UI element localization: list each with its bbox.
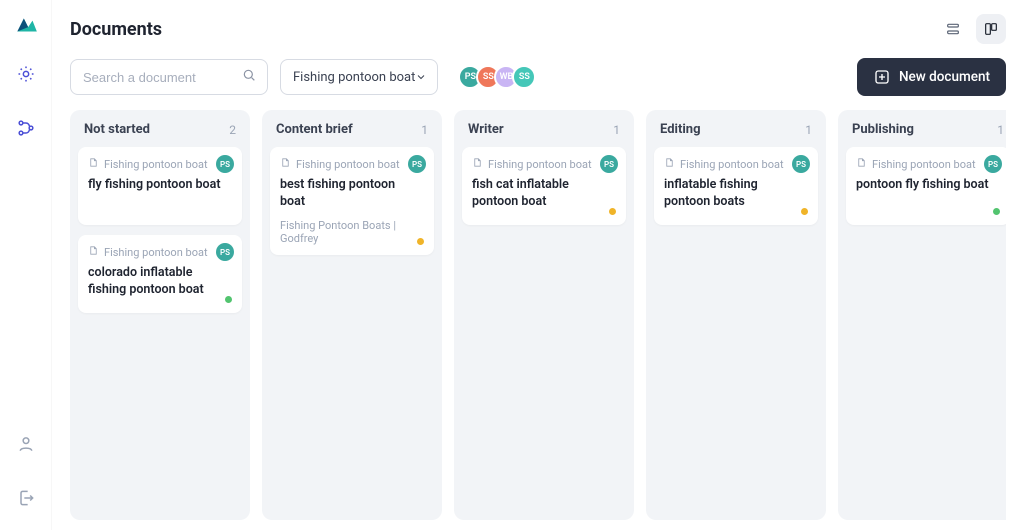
user-avatar[interactable]: SS [512,65,536,89]
chevron-down-icon [415,71,427,83]
toolbar: Fishing pontoon boat PSSSWBSS New docume… [70,58,1006,96]
card-status-dot [609,208,616,215]
card-title: best fishing pontoon boat [280,177,424,211]
document-card[interactable]: Fishing pontoon boatPS pontoon fly fishin… [846,147,1006,225]
column-title: Writer [468,122,504,137]
document-card[interactable]: Fishing pontoon boatPS fish cat inflatabl… [462,147,626,225]
board-column: Writer 1 Fishing pontoon boatPS fish cat in… [454,110,634,520]
card-assignee-avatar: PS [600,155,618,173]
card-status-dot [417,238,424,245]
board-column: Editing 1 Fishing pontoon boatPS inflatable… [646,110,826,520]
document-icon [472,157,483,171]
board-column: Content brief 1 Fishing pontoon boatPS best… [262,110,442,520]
nav-profile-icon[interactable] [8,426,44,462]
card-title: colorado inflatable fishing pontoon boat [88,265,232,299]
view-board-button[interactable] [976,14,1006,44]
card-status-dot [225,296,232,303]
card-assignee-avatar: PS [216,243,234,261]
card-title: fly fishing pontoon boat [88,177,232,194]
page-title: Documents [70,19,162,40]
document-icon [280,157,291,171]
column-count: 1 [613,123,620,137]
kanban-board: Not started2Fishing pontoon boatPSfly fi… [70,110,1006,530]
card-subtitle: Fishing Pontoon Boats | Godfrey [280,219,424,245]
card-assignee-avatar: PS [792,155,810,173]
card-folder: Fishing pontoon boat [472,157,616,171]
search-icon [241,67,257,87]
nav-logout-icon[interactable] [8,480,44,516]
document-icon [856,157,867,171]
column-title: Editing [660,122,701,137]
column-title: Publishing [852,122,914,137]
column-count: 1 [421,123,428,137]
card-assignee-avatar: PS [408,155,426,173]
folder-filter-dropdown[interactable]: Fishing pontoon boat [280,59,438,95]
card-folder: Fishing pontoon boat [88,157,232,171]
search-input[interactable] [83,70,233,85]
nav-workflow-icon[interactable] [8,110,44,146]
card-folder: Fishing pontoon boat [856,157,1000,171]
card-title: pontoon fly fishing boat [856,177,1000,194]
column-count: 2 [229,123,236,137]
board-column: Not started2Fishing pontoon boatPSfly fi… [70,110,250,520]
card-folder: Fishing pontoon boat [280,157,424,171]
plus-document-icon [873,68,891,86]
column-title: Content brief [276,122,353,137]
view-list-button[interactable] [938,14,968,44]
card-folder: Fishing pontoon boat [88,245,232,259]
card-assignee-avatar: PS [216,155,234,173]
document-icon [664,157,675,171]
document-icon [88,245,99,259]
column-count: 1 [805,123,812,137]
new-document-button[interactable]: New document [857,58,1006,96]
new-document-label: New document [899,69,990,85]
column-title: Not started [84,122,150,137]
board-column: Publishing 1 Fishing pontoon boatPS pontoon… [838,110,1006,520]
document-icon [88,157,99,171]
document-card[interactable]: Fishing pontoon boatPS colorado inflatabl… [78,235,242,313]
main-content: Documents Fishing pontoon boat [52,0,1024,530]
card-folder: Fishing pontoon boat [664,157,808,171]
card-assignee-avatar: PS [984,155,1002,173]
folder-filter-value: Fishing pontoon boat [293,70,415,85]
card-status-dot [801,208,808,215]
search-box[interactable] [70,59,268,95]
card-title: inflatable fishing pontoon boats [664,177,808,211]
app-logo[interactable] [13,12,39,38]
user-filter-avatars: PSSSWBSS [458,65,536,89]
document-card[interactable]: Fishing pontoon boatPS inflatable fishing… [654,147,818,225]
column-count: 1 [997,123,1004,137]
document-card[interactable]: Fishing pontoon boatPS best fishing ponto… [270,147,434,255]
nav-settings-icon[interactable] [8,56,44,92]
card-title: fish cat inflatable pontoon boat [472,177,616,211]
card-status-dot [993,208,1000,215]
sidebar [0,0,52,530]
document-card[interactable]: Fishing pontoon boatPS fly fishing pontoo… [78,147,242,225]
